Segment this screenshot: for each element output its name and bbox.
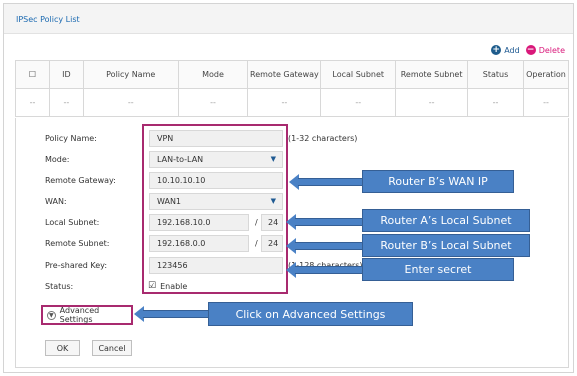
add-button[interactable]: + Add <box>491 45 520 55</box>
arrow-shaft <box>143 310 208 318</box>
callout-wan-ip: Router B’s WAN IP <box>362 170 514 193</box>
delete-label: Delete <box>538 45 565 55</box>
remote-subnet-label: Remote Subnet: <box>45 239 110 248</box>
advanced-settings-label: Advanced Settings <box>59 306 100 324</box>
table-cell: -- <box>82 88 179 117</box>
table-cell: -- <box>177 88 249 117</box>
mode-label: Mode: <box>45 155 70 164</box>
col-local-subnet: Local Subnet <box>320 60 397 89</box>
select-all-checkbox[interactable]: ☐ <box>15 60 50 89</box>
highlight-box <box>142 124 288 294</box>
arrow-shaft <box>295 242 362 250</box>
callout-local-subnet: Router A’s Local Subnet <box>362 209 530 232</box>
wan-label: WAN: <box>45 197 67 206</box>
table-cell: -- <box>247 88 322 117</box>
col-remote-gateway: Remote Gateway <box>247 60 322 89</box>
policy-table: ☐ ID Policy Name Mode Remote Gateway Loc… <box>15 60 570 117</box>
status-label: Status: <box>45 282 74 291</box>
cancel-button[interactable]: Cancel <box>92 340 132 356</box>
col-remote-subnet: Remote Subnet <box>395 60 469 89</box>
minus-icon: − <box>525 45 536 55</box>
arrow-shaft <box>298 178 362 186</box>
table-cell: -- <box>395 88 469 117</box>
add-label: Add <box>504 45 520 55</box>
psk-label: Pre-shared Key: <box>45 261 108 270</box>
title-bar: IPSec Policy List <box>4 4 573 34</box>
local-subnet-label: Local Subnet: <box>45 218 100 227</box>
plus-icon: + <box>491 45 502 55</box>
chevron-down-icon: ▼ <box>47 310 56 320</box>
col-id: ID <box>48 60 84 89</box>
callout-remote-subnet: Router B’s Local Subnet <box>362 234 530 257</box>
arrow-shaft <box>295 266 362 274</box>
table-cell: -- <box>467 88 524 117</box>
table-cell: -- <box>15 88 50 117</box>
policy-name-hint: (1-32 characters) <box>288 134 358 143</box>
arrow-shaft <box>295 218 362 226</box>
page-title: IPSec Policy List <box>16 15 80 24</box>
col-status: Status <box>467 60 524 89</box>
delete-button[interactable]: − Delete <box>525 45 565 55</box>
policy-name-label: Policy Name: <box>45 134 97 143</box>
callout-advanced: Click on Advanced Settings <box>208 302 413 326</box>
table-cell: -- <box>320 88 397 117</box>
table-row: -- -- -- -- -- -- -- -- -- <box>15 88 570 117</box>
remote-gateway-label: Remote Gateway: <box>45 176 116 185</box>
toolbar: + Add − Delete <box>491 45 565 55</box>
ok-button[interactable]: OK <box>45 340 80 356</box>
table-cell: -- <box>522 88 570 117</box>
advanced-settings-toggle[interactable]: ▼ Advanced Settings <box>41 305 133 325</box>
table-cell: -- <box>48 88 84 117</box>
table-header-row: ☐ ID Policy Name Mode Remote Gateway Loc… <box>15 60 570 89</box>
callout-secret: Enter secret <box>362 258 514 281</box>
col-policy-name: Policy Name <box>82 60 179 89</box>
col-mode: Mode <box>177 60 249 89</box>
col-operation: Operation <box>522 60 570 89</box>
